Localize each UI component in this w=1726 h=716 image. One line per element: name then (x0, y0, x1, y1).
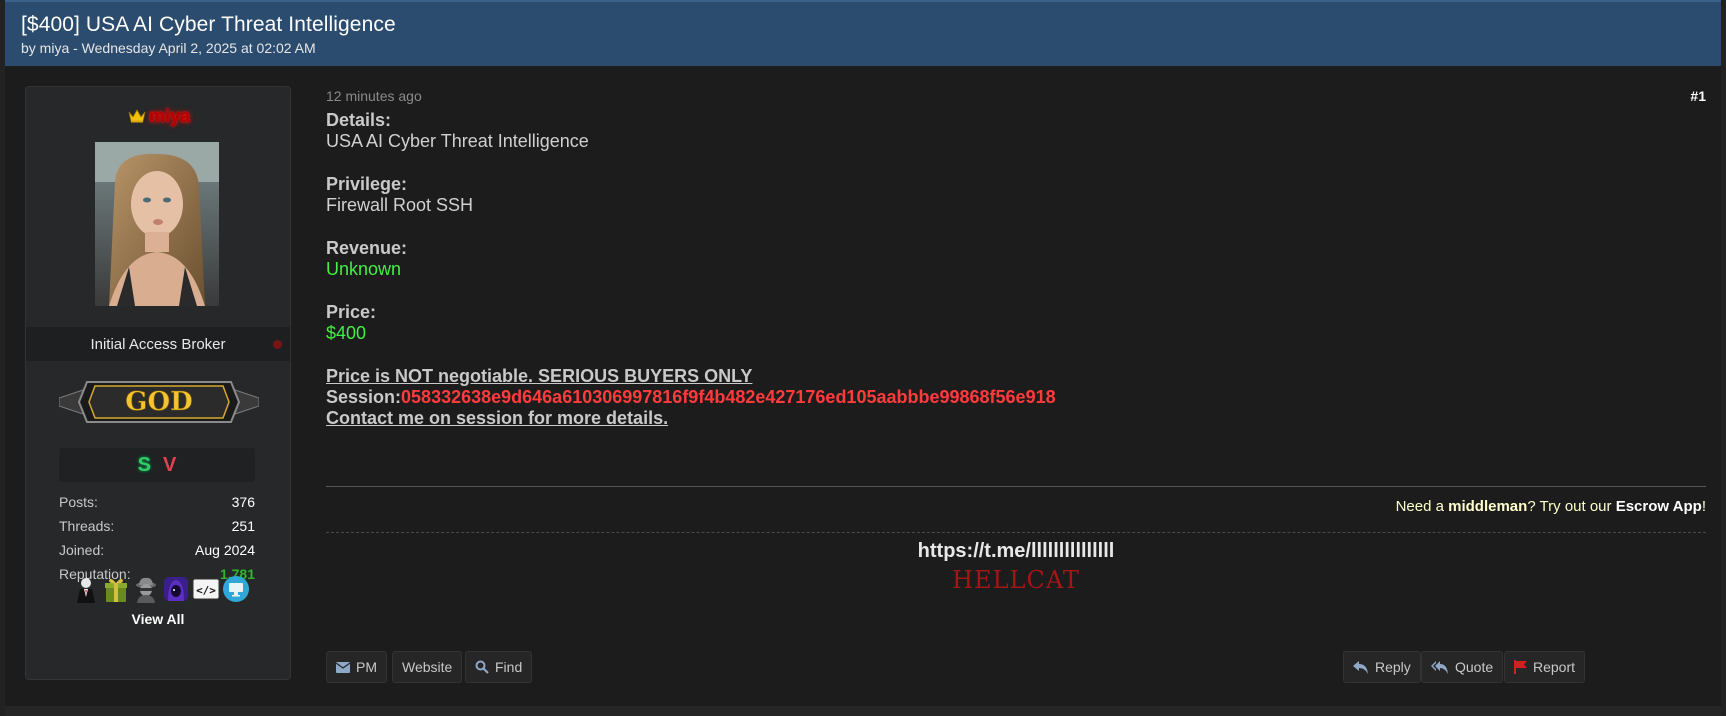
view-all-link[interactable]: View All (26, 611, 290, 627)
offline-status-dot (273, 340, 282, 349)
privilege-value: Firewall Root SSH (326, 195, 474, 215)
flag-icon (1514, 660, 1527, 674)
post: miya Initial Access Broker GOD S V Posts… (5, 66, 1721, 707)
stat-label: Posts: (59, 494, 98, 510)
stat-label: Joined: (59, 542, 105, 558)
contact-note: Contact me on session for more details. (326, 408, 669, 428)
pm-label: PM (356, 659, 377, 675)
escrow-prefix: Need a (1395, 498, 1449, 515)
stat-joined: Joined: Aug 2024 (59, 539, 255, 563)
thread-header: [$400] USA AI Cyber Threat Intelligence … (5, 0, 1721, 66)
hood-icon[interactable] (162, 575, 190, 603)
revenue-label: Revenue: (326, 238, 408, 258)
find-button[interactable]: Find (465, 651, 533, 683)
pm-button[interactable]: PM (326, 651, 387, 683)
avatar[interactable] (95, 142, 219, 306)
stat-label: Threads: (59, 518, 115, 534)
website-button[interactable]: Website (392, 651, 463, 683)
stat-value: Aug 2024 (195, 542, 255, 558)
award-strip: S V (59, 448, 255, 482)
award-letter-s[interactable]: S (138, 454, 151, 477)
revenue-section: Revenue: Unknown (326, 238, 1056, 280)
details-label: Details: (326, 110, 392, 130)
stat-value[interactable]: 376 (232, 491, 255, 515)
escrow-middle: ? Try out our (1527, 498, 1616, 515)
report-button[interactable]: Report (1504, 651, 1586, 683)
signature-separator (326, 532, 1706, 533)
avatar-image (95, 142, 219, 306)
quote-label: Quote (1455, 659, 1494, 675)
price-section: Price: $400 (326, 302, 1056, 344)
usertitle-bar: Initial Access Broker (26, 327, 290, 361)
signature-link[interactable]: https://t.me/lllllllllllllll (326, 540, 1706, 563)
post-footer-strip (5, 706, 1721, 716)
usertitle: Initial Access Broker (90, 335, 226, 353)
find-label: Find (495, 659, 523, 675)
website-label: Website (402, 659, 453, 675)
signature-divider (326, 486, 1706, 487)
privilege-section: Privilege: Firewall Root SSH (326, 174, 1056, 216)
post-body: Details: USA AI Cyber Threat Intelligenc… (326, 110, 1056, 429)
stat-posts: Posts: 376 (59, 491, 255, 515)
session-label: Session: (326, 387, 402, 407)
price-label: Price: (326, 302, 377, 322)
reply-all-icon (1431, 660, 1448, 674)
crown-icon (128, 109, 146, 123)
user-stats: Posts: 376 Threads: 251 Joined: Aug 2024… (59, 491, 255, 587)
privilege-label: Privilege: (326, 174, 408, 194)
details-value: USA AI Cyber Threat Intelligence (326, 131, 589, 151)
award-letter-v[interactable]: V (163, 454, 176, 477)
suit-icon[interactable] (72, 575, 100, 603)
reply-label: Reply (1375, 659, 1411, 675)
escrow-app-link[interactable]: Escrow App (1616, 498, 1702, 515)
quote-button[interactable]: Quote (1421, 651, 1504, 683)
report-label: Report (1533, 659, 1576, 675)
username[interactable]: miya (149, 106, 190, 127)
spy-icon[interactable] (132, 575, 160, 603)
thread-title: [$400] USA AI Cyber Threat Intelligence (21, 13, 396, 36)
rank-badge: GOD (59, 381, 259, 423)
escrow-banner: Need a middleman? Try out our Escrow App… (1396, 498, 1706, 515)
stat-value[interactable]: 251 (232, 515, 255, 539)
post-time[interactable]: 12 minutes ago (326, 88, 422, 104)
session-line: Session:058332638e9d646a610306997816f9f4… (326, 387, 1056, 408)
username-row[interactable]: miya (26, 103, 292, 129)
page: [$400] USA AI Cyber Threat Intelligence … (0, 0, 1726, 716)
post-number[interactable]: #1 (1690, 88, 1706, 104)
signature-name: HELLCAT (952, 566, 1080, 594)
code-icon[interactable]: </> (192, 575, 220, 603)
terms-section: Price is NOT negotiable. SERIOUS BUYERS … (326, 366, 1056, 429)
reply-icon (1353, 660, 1368, 674)
revenue-value: Unknown (326, 259, 402, 279)
price-value: $400 (326, 323, 367, 343)
session-id: 058332638e9d646a610306997816f9f4b482e427… (401, 387, 1056, 407)
user-panel: miya Initial Access Broker GOD S V Posts… (25, 86, 291, 680)
stat-threads: Threads: 251 (59, 515, 255, 539)
details-section: Details: USA AI Cyber Threat Intelligenc… (326, 110, 1056, 152)
middleman-link[interactable]: middleman (1448, 498, 1527, 515)
rank-text: GOD (125, 387, 192, 417)
reply-button[interactable]: Reply (1343, 651, 1421, 683)
search-icon (475, 660, 489, 674)
escrow-suffix: ! (1701, 498, 1706, 515)
award-icons: </> (66, 575, 256, 607)
envelope-icon (336, 661, 350, 673)
price-notice: Price is NOT negotiable. SERIOUS BUYERS … (326, 366, 753, 386)
thread-meta: by miya - Wednesday April 2, 2025 at 02:… (21, 40, 316, 56)
gift-icon[interactable] (102, 575, 130, 603)
svg-text:</>: </> (196, 584, 216, 597)
monitor-icon[interactable] (222, 575, 250, 603)
